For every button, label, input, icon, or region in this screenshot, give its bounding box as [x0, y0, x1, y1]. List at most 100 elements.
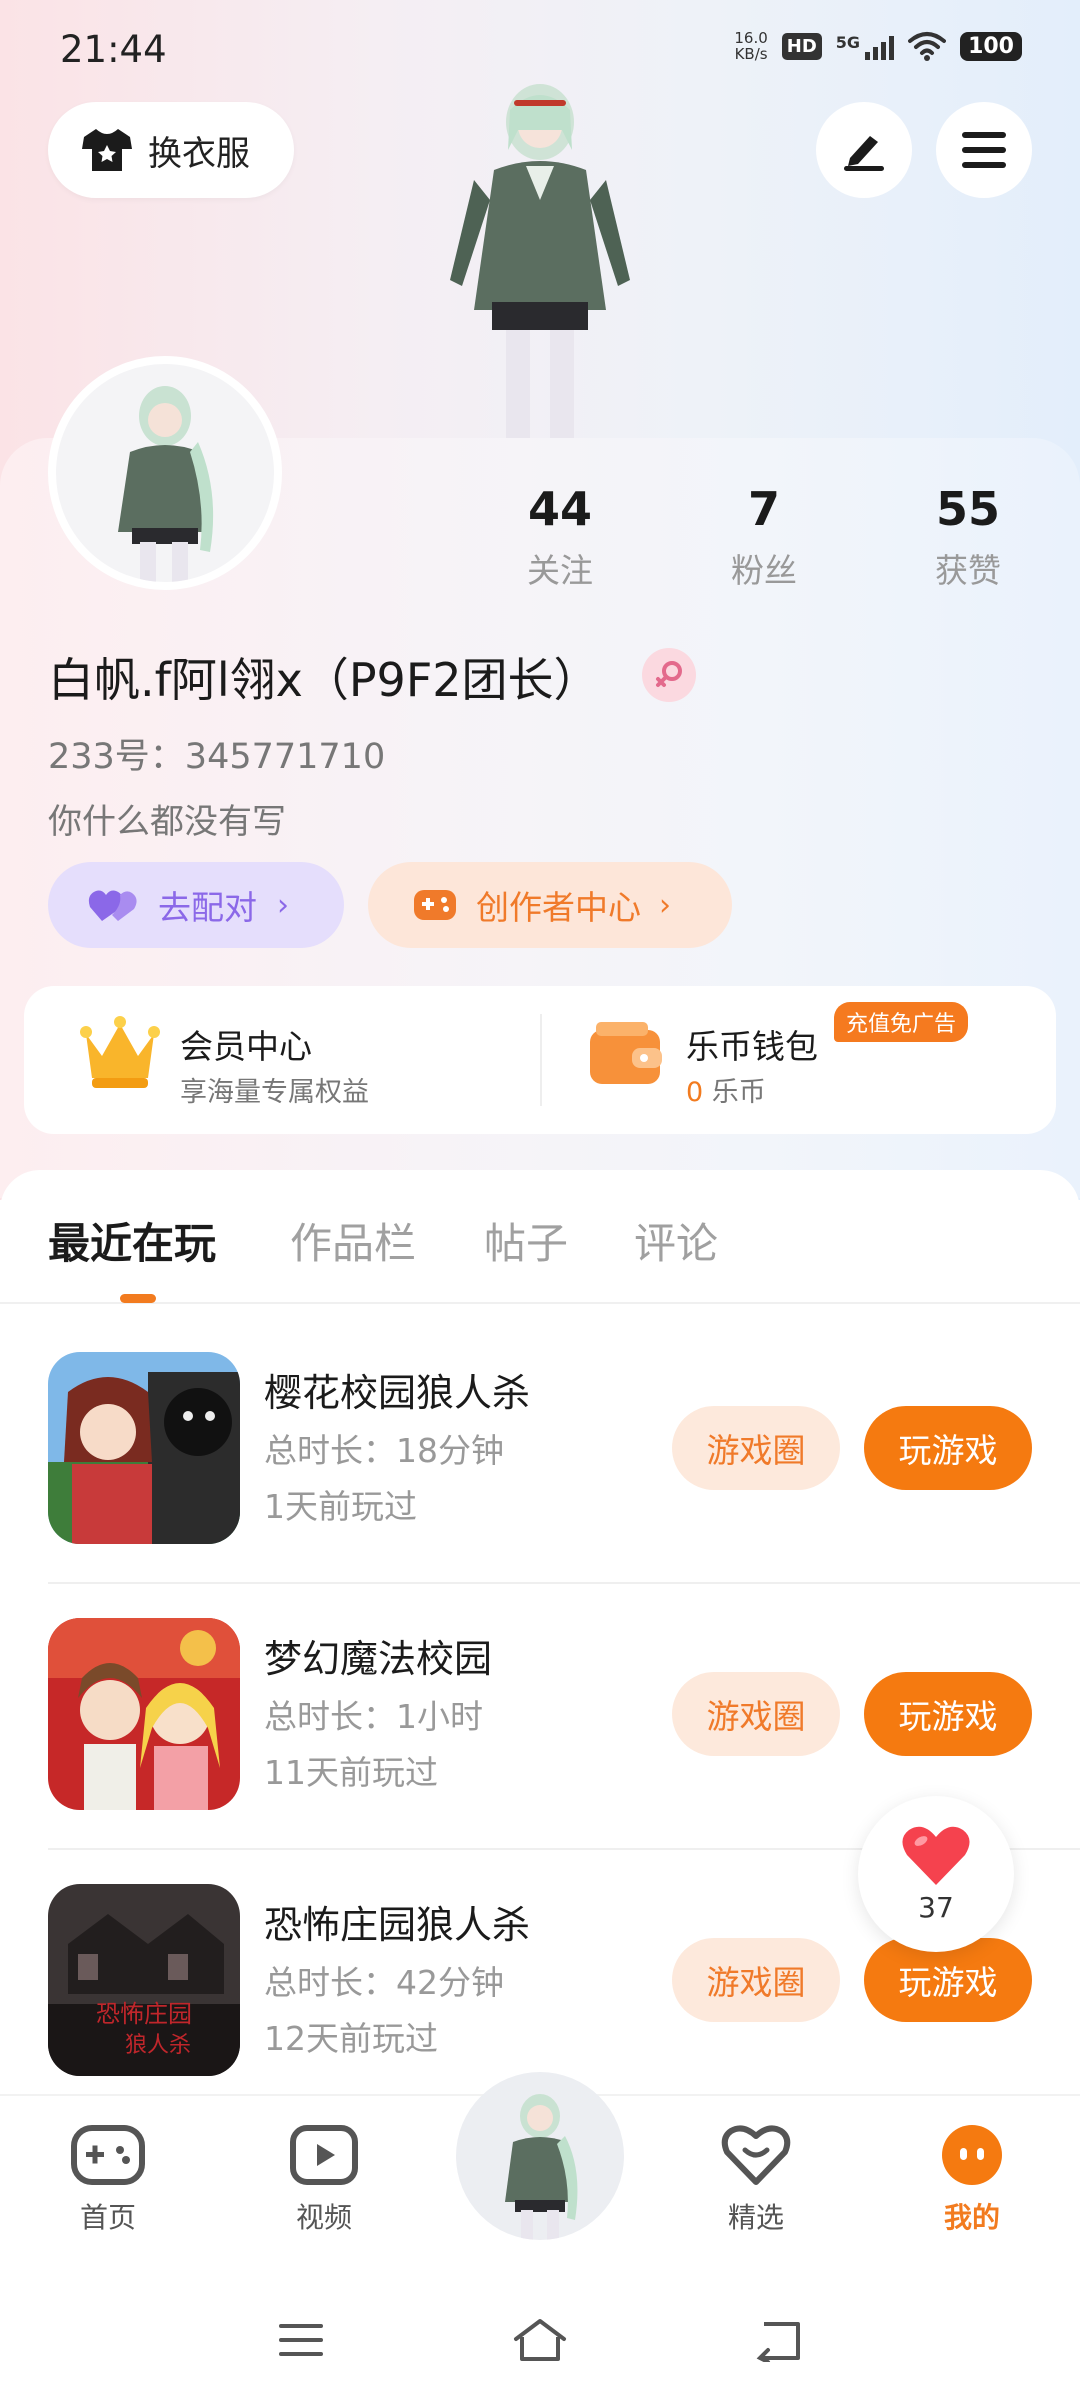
change-outfit-label: 换衣服: [148, 133, 250, 174]
signal-icon: 5G: [835, 32, 895, 60]
game-circle-button[interactable]: 游戏圈: [672, 1938, 840, 2022]
tab-comments[interactable]: 评论: [634, 1210, 718, 1271]
network-speed-unit: KB/s: [734, 45, 768, 63]
nav-home-label: 首页: [79, 2201, 136, 2234]
profile-stats: 44 关注 7 粉丝 55 获赞: [470, 482, 1070, 592]
pen-icon: [844, 136, 884, 171]
female-symbol-icon: [656, 661, 682, 687]
network-type: 5G: [835, 33, 861, 52]
play-game-button[interactable]: 玩游戏: [864, 1406, 1032, 1490]
chevron-right-icon: ›: [277, 887, 289, 923]
edit-profile-button[interactable]: [816, 102, 912, 198]
hamburger-menu-icon: [962, 132, 1006, 168]
network-speed-value: 16.0: [734, 29, 768, 47]
game-title: 梦幻魔法校园: [264, 1637, 493, 1681]
stat-following[interactable]: 44 关注: [470, 482, 650, 592]
list-item[interactable]: 樱花校园狼人杀 总时长：18分钟 1天前玩过 游戏圈 玩游戏: [0, 1352, 1080, 1618]
avatar-image: [505, 2094, 578, 2240]
game-duration: 总时长：18分钟: [264, 1431, 504, 1470]
game-circle-button[interactable]: 游戏圈: [672, 1406, 840, 1490]
network-speed: 16.0 KB/s: [734, 30, 767, 62]
game-duration: 总时长：1小时: [264, 1697, 483, 1736]
game-controller-icon: [414, 890, 456, 920]
stat-following-label: 关注: [527, 551, 593, 590]
game-last-played: 1天前玩过: [264, 1487, 417, 1526]
wallet-entry[interactable]: 乐币钱包 0 乐币: [542, 986, 1056, 1134]
avatar[interactable]: [48, 356, 282, 590]
stat-likes[interactable]: 55 获赞: [878, 482, 1058, 592]
status-icons: 16.0 KB/s HD 5G 100: [734, 30, 1022, 62]
crown-icon: [80, 1016, 160, 1088]
wallet-balance: 0 乐币: [686, 1070, 766, 1109]
game-duration: 总时长：42分钟: [264, 1963, 504, 2002]
game-circle-button[interactable]: 游戏圈: [672, 1672, 840, 1756]
wallet-unit: 乐币: [711, 1077, 766, 1108]
stat-followers-label: 粉丝: [731, 551, 797, 590]
member-center-subtitle: 享海量专属权益: [180, 1077, 369, 1108]
home-button[interactable]: [505, 2310, 575, 2370]
profile-tabs: 最近在玩 作品栏 帖子 评论: [0, 1170, 1080, 1304]
game-thumbnail[interactable]: 恐怖庄园 狼人杀: [48, 1884, 240, 2076]
row-divider: [48, 1582, 1080, 1584]
menu-button[interactable]: [936, 102, 1032, 198]
battery-icon: 100: [960, 31, 1022, 61]
floating-like-button[interactable]: 37: [858, 1796, 1014, 1952]
video-icon: [290, 2125, 358, 2185]
back-icon: [756, 2322, 800, 2362]
tab-recently-played[interactable]: 最近在玩: [48, 1210, 216, 1271]
nav-featured[interactable]: 精选: [686, 2124, 826, 2236]
member-center-title: 会员中心: [180, 1027, 312, 1066]
user-bio[interactable]: 你什么都没有写: [48, 794, 286, 843]
member-center-entry[interactable]: 会员中心 享海量专属权益: [24, 986, 540, 1134]
play-game-button[interactable]: 玩游戏: [864, 1672, 1032, 1756]
female-gender-icon: [642, 648, 696, 702]
tab-posts[interactable]: 帖子: [484, 1210, 568, 1271]
nav-home[interactable]: 首页: [38, 2124, 178, 2236]
hearts-icon: [88, 890, 137, 921]
stat-followers-value: 7: [747, 482, 780, 536]
back-button[interactable]: [744, 2310, 814, 2370]
pair-label: 去配对: [158, 888, 257, 927]
nav-mine-label: 我的: [943, 2201, 1000, 2234]
hd-icon: HD: [781, 32, 822, 60]
creator-center-button[interactable]: 创作者中心 ›: [368, 862, 732, 948]
recent-apps-button[interactable]: [266, 2310, 336, 2370]
member-wallet-card: 会员中心 享海量专属权益 乐币钱包 0 乐币 充值免广告: [24, 986, 1056, 1134]
wallet-amount: 0: [686, 1077, 704, 1108]
wallet-title: 乐币钱包: [686, 1027, 818, 1066]
nav-featured-label: 精选: [727, 2201, 784, 2234]
stat-likes-label: 获赞: [935, 551, 1001, 590]
recharge-no-ads-badge[interactable]: 充值免广告: [834, 1002, 969, 1042]
heart-icon: [902, 1826, 970, 1885]
username: 白帆.f阿l翎x（P9F2团长）: [48, 653, 600, 707]
game-title: 樱花校园狼人杀: [264, 1371, 531, 1415]
status-time: 21:44: [60, 28, 167, 71]
game-title: 恐怖庄园狼人杀: [264, 1903, 531, 1947]
wallet-icon: [590, 1022, 662, 1084]
nav-video[interactable]: 视频: [254, 2124, 394, 2236]
system-navigation-bar: [0, 2280, 1080, 2400]
creator-center-label: 创作者中心: [476, 888, 641, 927]
heart-smile-icon: [721, 2125, 791, 2185]
nav-video-label: 视频: [295, 2201, 352, 2234]
stat-followers[interactable]: 7 粉丝: [674, 482, 854, 592]
face-icon: [942, 2125, 1002, 2185]
gamepad-icon: [71, 2125, 145, 2185]
wifi-icon: [908, 32, 947, 61]
like-count: 37: [918, 1890, 954, 1924]
user-id: 233号：345771710: [48, 737, 386, 777]
avatar-character-figure[interactable]: [430, 80, 650, 440]
chevron-right-icon: ›: [659, 887, 671, 923]
menu-lines-icon: [279, 2324, 323, 2356]
shirt-icon: [82, 129, 132, 171]
nav-mine[interactable]: 我的: [902, 2124, 1042, 2236]
change-outfit-button[interactable]: 换衣服: [48, 102, 294, 198]
game-last-played: 11天前玩过: [264, 1753, 438, 1792]
game-last-played: 12天前玩过: [264, 2019, 438, 2058]
game-thumbnail[interactable]: [48, 1352, 240, 1544]
tab-works[interactable]: 作品栏: [290, 1210, 416, 1271]
pair-button[interactable]: 去配对 ›: [48, 862, 344, 948]
game-thumbnail[interactable]: [48, 1618, 240, 1810]
avatar-image: [118, 386, 214, 582]
nav-avatar-center[interactable]: [456, 2072, 624, 2240]
